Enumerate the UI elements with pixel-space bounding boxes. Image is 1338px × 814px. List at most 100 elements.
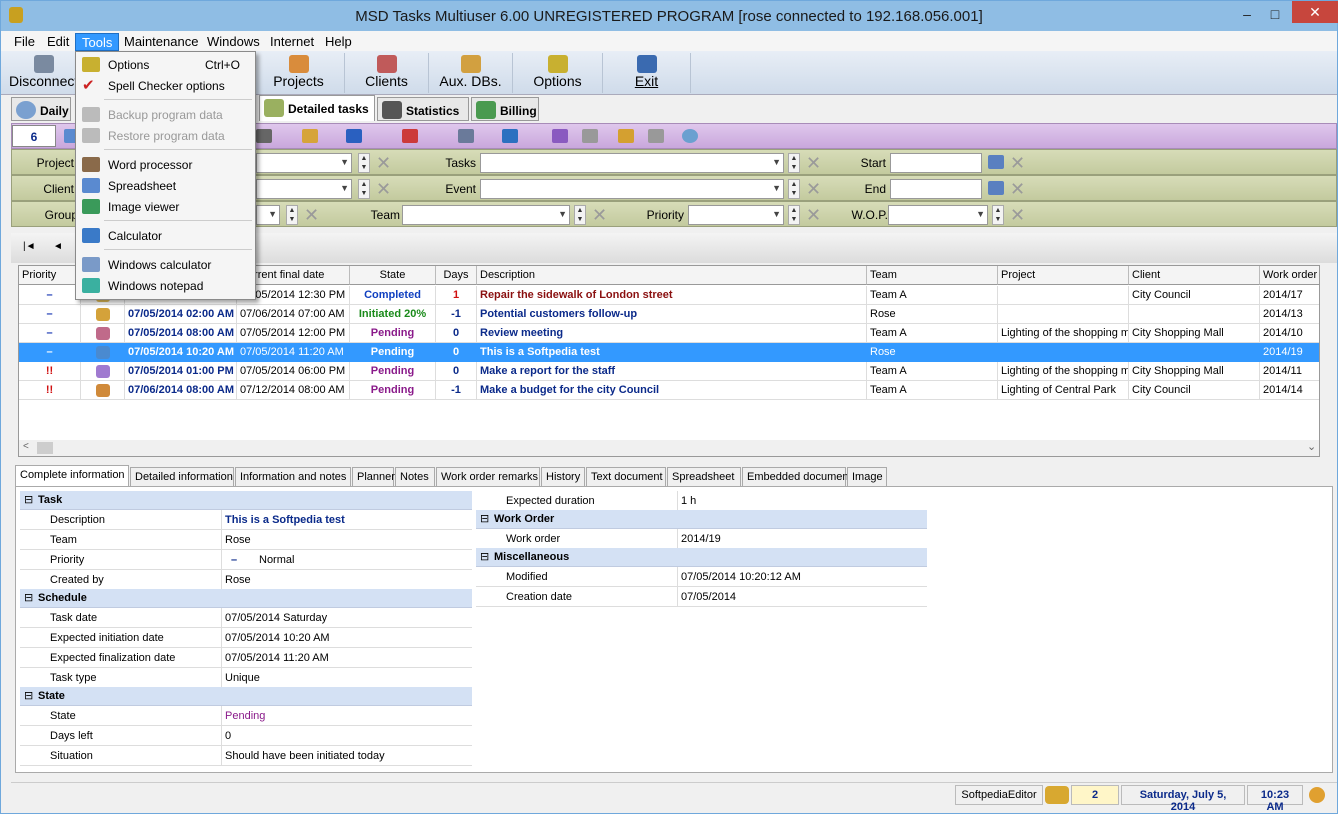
project-clear-icon[interactable]: ✕ xyxy=(376,153,391,173)
menu-edit[interactable]: Edit xyxy=(41,33,75,51)
scrollbar-thumb[interactable] xyxy=(37,442,53,454)
menu-maintenance[interactable]: Maintenance xyxy=(118,33,204,51)
minimize-button[interactable]: – xyxy=(1233,3,1261,25)
client-spin[interactable]: ▲ ▼ xyxy=(358,179,370,199)
project-select[interactable]: ▼ xyxy=(256,153,352,173)
clients-button[interactable]: Clients xyxy=(345,53,429,93)
end-date-field[interactable] xyxy=(890,179,982,199)
folder-icon[interactable] xyxy=(302,129,318,143)
detail-tab[interactable]: Information and notes xyxy=(235,467,351,487)
wop-spin[interactable]: ▲ ▼ xyxy=(992,205,1004,225)
detail-tab[interactable]: Detailed information xyxy=(130,467,234,487)
wop-clear-icon[interactable]: ✕ xyxy=(1010,205,1025,225)
move-icon[interactable] xyxy=(346,129,362,143)
priority-spin[interactable]: ▲ ▼ xyxy=(788,205,800,225)
prev-record-button[interactable]: ◄ xyxy=(53,241,63,252)
copy-icon[interactable] xyxy=(256,129,272,143)
users-icon[interactable] xyxy=(1045,786,1069,804)
tab-billing[interactable]: Billing xyxy=(471,97,539,121)
menu-item-spell-checker[interactable]: ✔ Spell Checker options xyxy=(76,75,255,96)
projects-button[interactable]: Projects xyxy=(253,53,345,93)
col-client[interactable]: Client xyxy=(1129,266,1260,285)
team-select[interactable]: ▼ xyxy=(402,205,570,225)
detail-tab[interactable]: Image xyxy=(847,467,887,487)
disconnect-button[interactable]: Disconnect xyxy=(9,53,79,93)
detail-tab[interactable]: Embedded document xyxy=(742,467,852,487)
wop-select[interactable]: ▼ xyxy=(888,205,988,225)
start-clear-icon[interactable]: ✕ xyxy=(1010,153,1025,173)
menu-windows[interactable]: Windows xyxy=(201,33,266,51)
col-description[interactable]: Description xyxy=(477,266,867,285)
col-state[interactable]: State xyxy=(350,266,436,285)
priority-select[interactable]: ▼ xyxy=(688,205,784,225)
detail-tab[interactable]: Text document xyxy=(586,467,666,487)
menu-item-windows-calculator[interactable]: Windows calculator xyxy=(76,254,255,275)
group-miscellaneous[interactable]: ⊟ Miscellaneous xyxy=(476,548,927,567)
detail-tab[interactable]: Work order remarks xyxy=(436,467,540,487)
close-button[interactable]: ✕ xyxy=(1292,1,1338,23)
menu-file[interactable]: File xyxy=(8,33,41,51)
detail-tab[interactable]: History xyxy=(541,467,585,487)
menu-item-spreadsheet[interactable]: Spreadsheet xyxy=(76,175,255,196)
menu-tools[interactable]: Tools xyxy=(75,33,120,51)
tasks-clear-icon[interactable]: ✕ xyxy=(806,153,821,173)
scroll-left-arrow-icon[interactable]: < xyxy=(23,441,29,452)
menu-item-options[interactable]: Options Ctrl+O xyxy=(76,54,255,75)
event-clear-icon[interactable]: ✕ xyxy=(806,179,821,199)
clear-icon[interactable] xyxy=(582,129,598,143)
delete-icon[interactable] xyxy=(402,129,418,143)
tasks-select[interactable]: ▼ xyxy=(480,153,784,173)
group-select[interactable]: ▼ xyxy=(256,205,280,225)
group-clear-icon[interactable]: ✕ xyxy=(304,205,319,225)
paint-icon[interactable] xyxy=(552,129,568,143)
menu-item-windows-notepad[interactable]: Windows notepad xyxy=(76,275,255,296)
team-clear-icon[interactable]: ✕ xyxy=(592,205,607,225)
horizontal-scrollbar[interactable]: < ⌄ xyxy=(19,440,1319,456)
start-date-field[interactable] xyxy=(890,153,982,173)
tasks-spin[interactable]: ▲ ▼ xyxy=(788,153,800,173)
detail-tab[interactable]: Spreadsheet xyxy=(667,467,741,487)
menu-help[interactable]: Help xyxy=(319,33,358,51)
group-schedule[interactable]: ⊟ Schedule xyxy=(20,589,472,608)
aux-dbs-button[interactable]: Aux. DBs. xyxy=(429,53,513,93)
scroll-down-arrow-icon[interactable]: ⌄ xyxy=(1307,440,1316,453)
exit-button[interactable]: Exit xyxy=(603,53,691,93)
event-spin[interactable]: ▲ ▼ xyxy=(788,179,800,199)
col-priority[interactable]: Priority xyxy=(19,266,81,285)
project-spin[interactable]: ▲ ▼ xyxy=(358,153,370,173)
maximize-button[interactable]: □ xyxy=(1261,3,1289,25)
print-icon[interactable] xyxy=(458,129,474,143)
col-team[interactable]: Team xyxy=(867,266,998,285)
options-button[interactable]: Options xyxy=(513,53,603,93)
filter-off-icon[interactable] xyxy=(648,129,664,143)
col-work-order[interactable]: Work order xyxy=(1260,266,1319,285)
calendar-icon[interactable] xyxy=(988,181,1004,195)
client-clear-icon[interactable]: ✕ xyxy=(376,179,391,199)
calendar-icon[interactable] xyxy=(988,155,1004,169)
tab-daily[interactable]: Daily xyxy=(11,97,71,121)
detail-tab[interactable]: Planner xyxy=(352,467,395,487)
menu-item-backup[interactable]: Backup program data xyxy=(76,104,255,125)
menu-internet[interactable]: Internet xyxy=(264,33,320,51)
detail-tab[interactable]: Notes xyxy=(395,467,435,487)
tab-detailed-tasks[interactable]: Detailed tasks xyxy=(259,95,375,121)
sync-icon[interactable] xyxy=(502,129,518,143)
end-clear-icon[interactable]: ✕ xyxy=(1010,179,1025,199)
group-work-order[interactable]: ⊟ Work Order xyxy=(476,510,927,529)
detail-tab[interactable]: Complete information xyxy=(15,465,129,487)
priority-clear-icon[interactable]: ✕ xyxy=(806,205,821,225)
team-spin[interactable]: ▲ ▼ xyxy=(574,205,586,225)
menu-item-calculator[interactable]: Calculator xyxy=(76,225,255,246)
menu-item-restore[interactable]: Restore program data xyxy=(76,125,255,146)
search-icon[interactable] xyxy=(682,129,698,143)
first-record-button[interactable]: |◄ xyxy=(23,241,36,252)
menu-item-word-processor[interactable]: Word processor xyxy=(76,154,255,175)
event-select[interactable]: ▼ xyxy=(480,179,784,199)
menu-item-image-viewer[interactable]: Image viewer xyxy=(76,196,255,217)
alarm-icon[interactable] xyxy=(1309,787,1325,803)
tab-statistics[interactable]: Statistics xyxy=(377,97,469,121)
group-state[interactable]: ⊟ State xyxy=(20,687,472,706)
col-project[interactable]: Project xyxy=(998,266,1129,285)
group-task[interactable]: ⊟ Task xyxy=(20,491,472,510)
client-select[interactable]: ▼ xyxy=(256,179,352,199)
